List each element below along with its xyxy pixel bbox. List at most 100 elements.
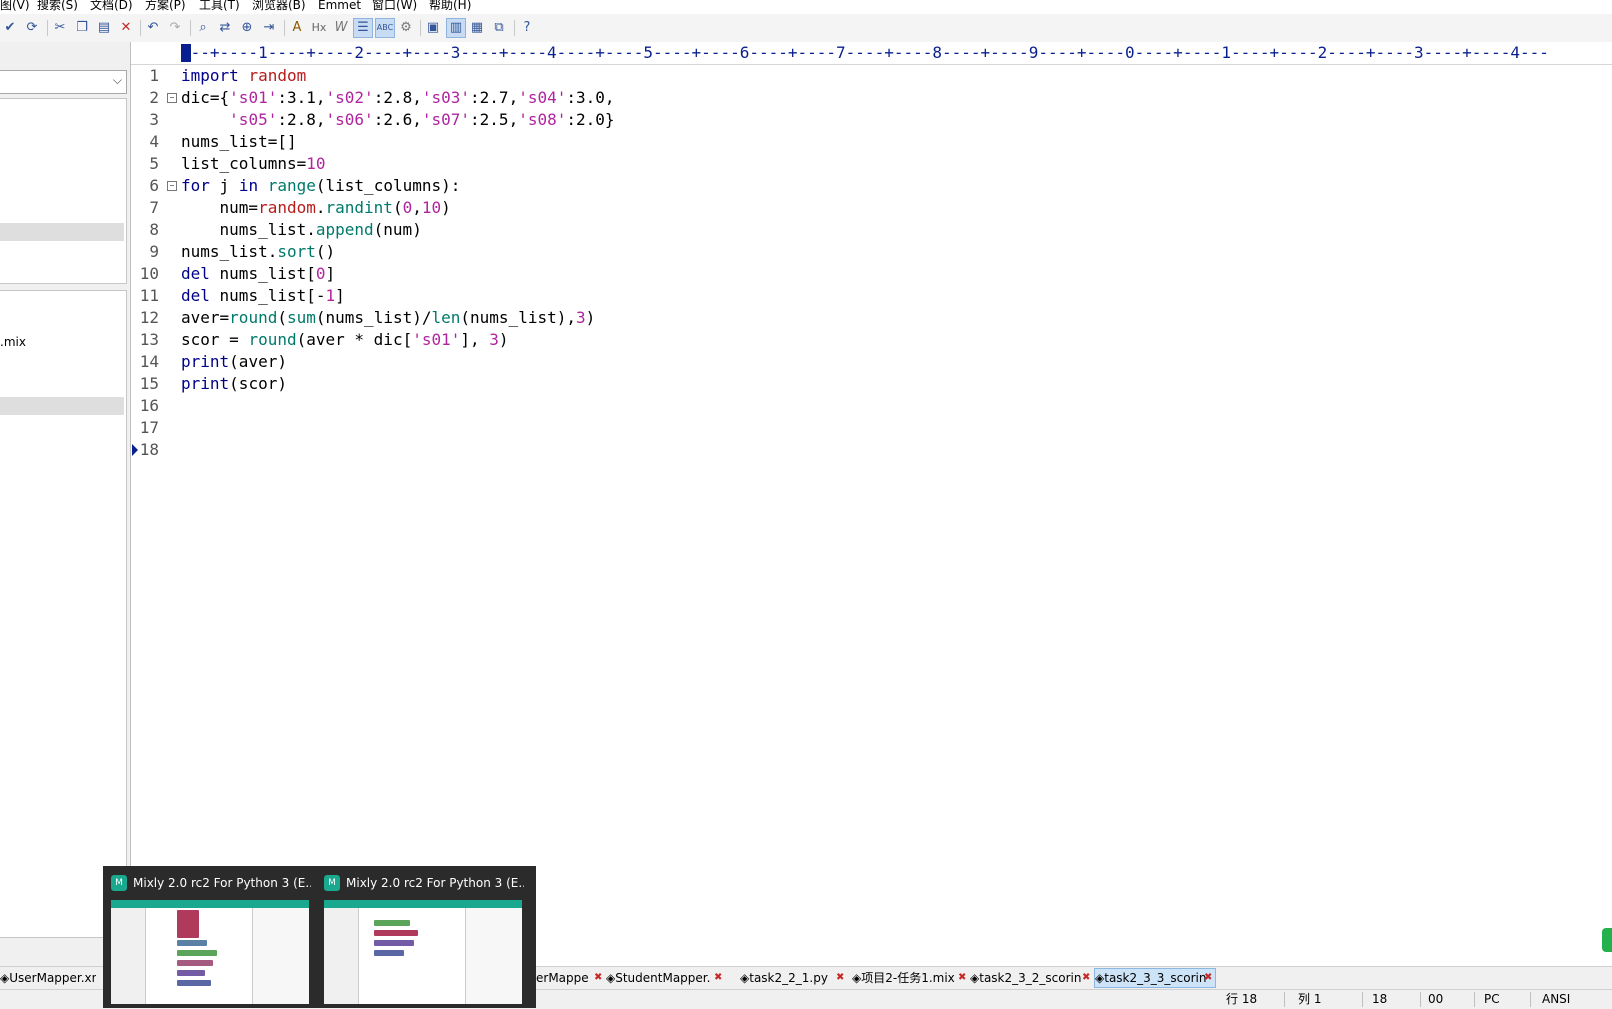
status-encoding[interactable]: ANSI [1542, 990, 1570, 1009]
ruler-text: ---+----1----+----2----+----3----+----4-… [181, 43, 1549, 62]
code-line[interactable]: nums_list.sort() [181, 241, 335, 263]
font-icon[interactable]: A [288, 19, 306, 37]
close-icon[interactable]: ✖ [836, 969, 844, 987]
thumbnail-block [374, 930, 418, 936]
code-line[interactable]: 's05':2.8,'s06':2.6,'s07':2.5,'s08':2.0} [181, 109, 614, 131]
close-icon[interactable]: ✖ [958, 969, 966, 987]
token: range [267, 176, 316, 195]
view1-icon[interactable]: ▣ [424, 19, 442, 37]
line-number: 13 [139, 330, 159, 349]
line-number: 15 [139, 374, 159, 393]
code-line[interactable]: scor = round(aver * dic['s01'], 3) [181, 329, 509, 351]
code-editor[interactable]: 1 2 3 4 5 6 7 8 9 10 11 12 13 14 15 16 1… [131, 65, 1612, 945]
code-line[interactable]: nums_list.append(num) [181, 219, 422, 241]
replace-icon[interactable]: ⇄ [216, 19, 234, 37]
toolbar-separator [47, 20, 48, 36]
status-eol[interactable]: PC [1484, 990, 1500, 1009]
tab-project2-task1[interactable]: ◈项目2-任务1.mix [852, 969, 956, 987]
project-dropdown[interactable]: ⌵ [0, 70, 127, 94]
selected-item[interactable] [0, 223, 124, 241]
code-line[interactable]: print(scor) [181, 373, 287, 395]
code-line[interactable]: for j in range(list_columns): [181, 175, 460, 197]
menu-emmet[interactable]: Emmet [318, 0, 361, 11]
token: round [229, 308, 278, 327]
tab-task2-2-1[interactable]: ◈task2_2_1.py [740, 969, 830, 987]
close-icon[interactable]: ✖ [594, 969, 602, 987]
menu-view[interactable]: 图(V) [0, 0, 30, 11]
code-line[interactable]: print(aver) [181, 351, 287, 373]
line-number: 16 [139, 396, 159, 415]
fold-toggle-icon[interactable]: − [167, 181, 177, 191]
token: 's03' [421, 88, 471, 107]
window-preview[interactable]: M Mixly 2.0 rc2 For Python 3 (E... [103, 866, 313, 1008]
close-icon[interactable]: ✖ [1082, 969, 1090, 987]
hex-icon[interactable]: Hx [310, 19, 328, 37]
toolbar-separator [190, 20, 191, 36]
menu-browser[interactable]: 浏览器(B) [252, 0, 306, 11]
token: len [431, 308, 461, 327]
redo-icon[interactable]: ↷ [166, 19, 184, 37]
tab-usermapper[interactable]: ◈UserMapper.xm [0, 969, 96, 987]
cut-icon[interactable]: ✂ [51, 19, 69, 37]
token: append [315, 220, 374, 239]
close-icon[interactable]: ✖ [1204, 969, 1212, 987]
indent-guide-icon[interactable]: ☰ [353, 18, 373, 38]
code-line[interactable]: num=random.randint(0,10) [181, 197, 451, 219]
find-in-files-icon[interactable]: ⊕ [238, 19, 256, 37]
menu-tools[interactable]: 工具(T) [199, 0, 240, 11]
word-wrap-icon[interactable]: W [332, 19, 350, 37]
goto-icon[interactable]: ⇥ [260, 19, 278, 37]
code-line[interactable]: dic={'s01':3.1,'s02':2.8,'s03':2.7,'s04'… [181, 87, 615, 109]
code-line[interactable]: import random [181, 65, 306, 87]
spellcheck-icon[interactable]: ✔ [1, 19, 19, 37]
view2-icon[interactable]: ▥ [446, 18, 466, 38]
tab-ermappe[interactable]: erMappe [536, 969, 596, 987]
window-title-text: Mixly 2.0 rc2 For Python 3 (E... [133, 876, 311, 890]
code-line[interactable]: aver=round(sum(nums_list)/len(nums_list)… [181, 307, 595, 329]
menu-project[interactable]: 方案(P) [145, 0, 186, 11]
view3-icon[interactable]: ▦ [468, 19, 486, 37]
paste-icon[interactable]: ▤ [95, 19, 113, 37]
abc-icon[interactable]: ABC [375, 18, 395, 38]
view4-icon[interactable]: ⧉ [490, 19, 508, 37]
copy-icon[interactable]: ❐ [73, 19, 91, 37]
tab-icon: ◈ [852, 971, 862, 985]
token: 's07' [421, 110, 471, 129]
menu-help[interactable]: 帮助(H) [429, 0, 471, 11]
settings-icon[interactable]: ⚙ [397, 19, 415, 37]
status-separator [1530, 992, 1531, 1007]
line-number-gutter: 1 2 3 4 5 6 7 8 9 10 11 12 13 14 15 16 1… [131, 65, 165, 945]
token: 10 [421, 198, 442, 217]
code-line[interactable]: list_columns=10 [181, 153, 326, 175]
tab-task2-3-3[interactable]: ◈task2_3_3_scorin [1094, 968, 1216, 988]
thumbnail-header [111, 900, 309, 908]
status-separator [1420, 992, 1421, 1007]
fold-toggle-icon[interactable]: − [167, 93, 177, 103]
line-number: 7 [149, 198, 159, 217]
tab-studentmapper[interactable]: ◈StudentMapper. [606, 969, 720, 987]
status-lines: 18 [1372, 992, 1388, 1006]
token: 's01' [229, 88, 278, 107]
tab-task2-3-2[interactable]: ◈task2_3_2_scorin [970, 969, 1082, 987]
selected-file[interactable] [0, 397, 124, 415]
sync-icon[interactable]: ⟳ [23, 19, 41, 37]
code-line[interactable]: del nums_list[-1] [181, 285, 345, 307]
delete-icon[interactable]: ✕ [117, 19, 135, 37]
code-line[interactable]: del nums_list[0] [181, 263, 335, 285]
explorer-list[interactable] [0, 98, 127, 284]
find-icon[interactable]: ⌕ [194, 19, 212, 37]
menu-document[interactable]: 文档(D) [90, 0, 133, 11]
menu-window[interactable]: 窗口(W) [372, 0, 417, 11]
window-preview-title: M Mixly 2.0 rc2 For Python 3 (E... [111, 874, 311, 892]
close-icon[interactable]: ✖ [714, 969, 722, 987]
window-preview[interactable]: M Mixly 2.0 rc2 For Python 3 (E... [316, 866, 526, 1008]
undo-icon[interactable]: ↶ [144, 19, 162, 37]
token: 3 [489, 330, 499, 349]
window-thumbnail [324, 900, 522, 1004]
status-row: 行 18 [1226, 992, 1258, 1006]
menu-search[interactable]: 搜索(S) [37, 0, 78, 11]
file-item-mix[interactable]: .mix [0, 335, 26, 349]
file-list[interactable]: .mix [0, 290, 127, 938]
code-line[interactable]: nums_list=[] [181, 131, 297, 153]
help-icon[interactable]: ? [518, 19, 536, 37]
